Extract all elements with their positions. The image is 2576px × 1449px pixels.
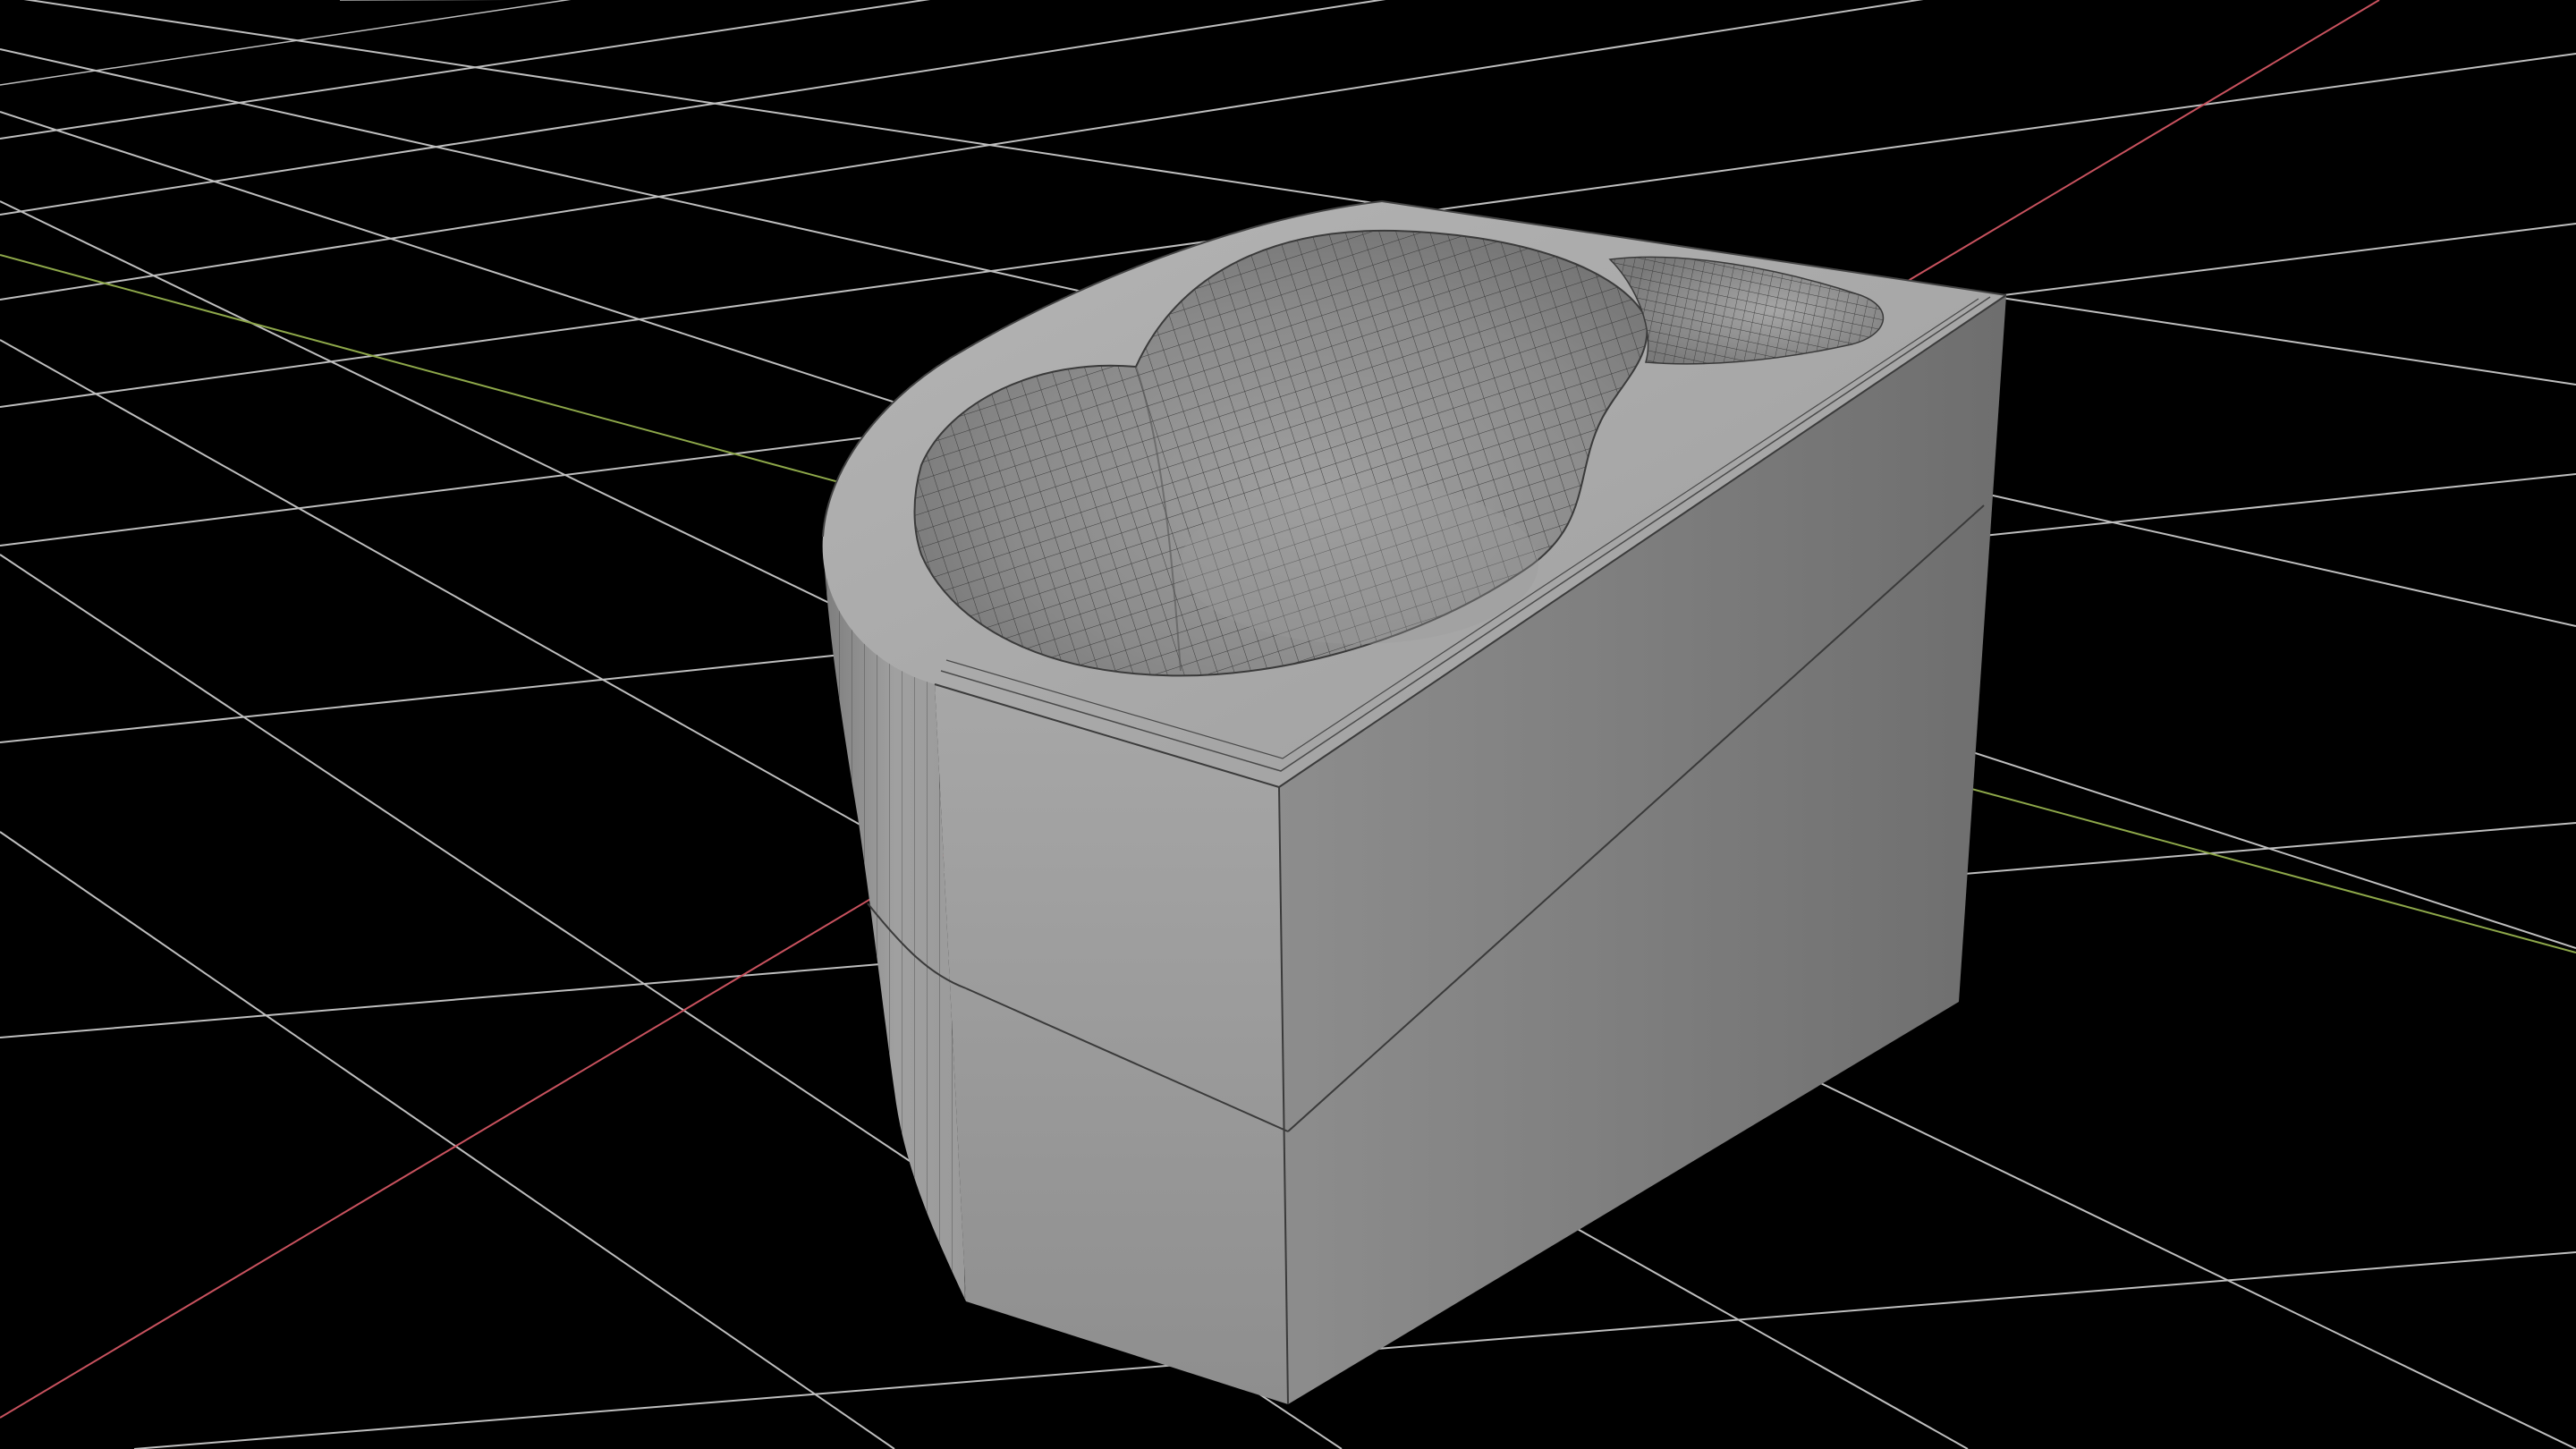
viewport-canvas[interactable] <box>0 0 2576 1449</box>
grid-line-a <box>0 0 931 140</box>
bathtub-mesh[interactable] <box>822 200 2007 1405</box>
3d-viewport[interactable] <box>0 0 2576 1449</box>
grid-line-b <box>0 831 895 1449</box>
front-face <box>935 684 1288 1404</box>
basin-floor <box>1181 483 1538 644</box>
grid-line-a <box>0 0 572 86</box>
